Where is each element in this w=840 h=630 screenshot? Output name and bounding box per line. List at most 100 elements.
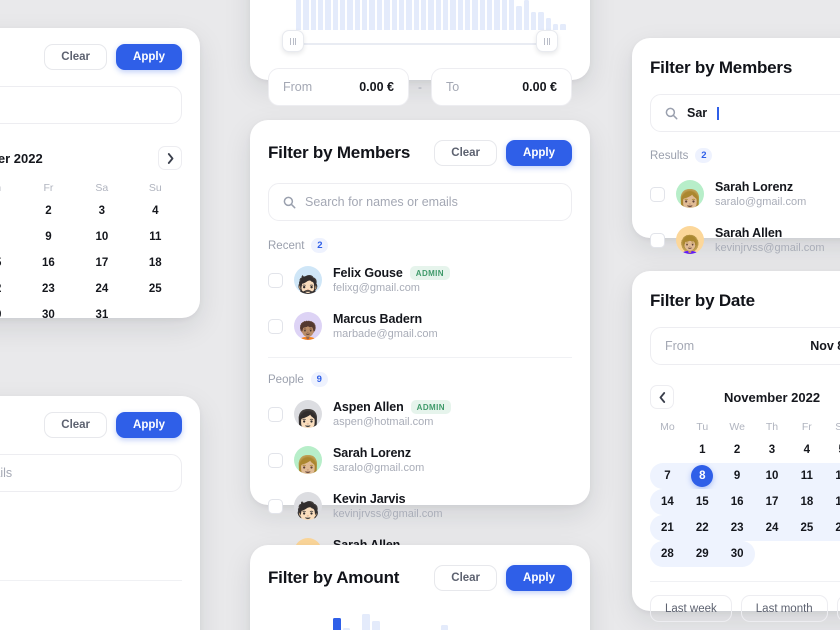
quick-range-last-week[interactable]: Last week [650, 595, 732, 622]
calendar-day[interactable]: 1 [0, 198, 22, 224]
calendar-month-label: November 2022 [723, 389, 821, 405]
list-item[interactable]: 🧑🏻 Kevin Jarvis kevinjrvss@gmail.com [268, 483, 572, 529]
avatar: 🧔🏻 [294, 266, 322, 294]
member-checkbox[interactable] [268, 498, 283, 514]
calendar-day[interactable]: 15 [0, 250, 22, 276]
calendar-day-empty [650, 437, 685, 463]
calendar-day[interactable]: 30 [22, 302, 75, 328]
clear-button[interactable]: Clear [434, 140, 498, 166]
calendar-week-row: 19202122232425 [0, 276, 182, 302]
list-item[interactable]: 👩🏼 Sarah Lorenz saralo@gmail.com [650, 171, 840, 217]
calendar-day[interactable]: 7 [650, 463, 685, 489]
calendar-day[interactable]: 29 [684, 541, 720, 567]
calendar-day[interactable]: 25 [789, 515, 825, 541]
calendar-week-row: 12131415161718 [0, 250, 182, 276]
calendar-day[interactable]: 21 [650, 515, 685, 541]
amount-to-value: 0.00 € [522, 80, 557, 94]
list-item[interactable]: 🧔🏻 Felix Gouse ADMIN felixg@gmail.com [268, 257, 572, 303]
apply-button[interactable]: Apply [116, 412, 182, 438]
calendar-day[interactable]: 11 [129, 224, 182, 250]
calendar-day[interactable]: 23 [719, 515, 755, 541]
calendar-day[interactable]: 9 [719, 463, 755, 489]
clear-button[interactable]: Clear [44, 412, 108, 438]
calendar-day[interactable]: 22 [0, 276, 22, 302]
calendar-day[interactable]: 2 [22, 198, 75, 224]
histogram-bar [494, 0, 500, 30]
member-checkbox[interactable] [268, 406, 283, 422]
amount-from-field[interactable]: From 0.00 € [268, 68, 409, 106]
next-month-button[interactable] [158, 146, 182, 170]
members-sections: Recent 2 🧔🏻 Felix Gouse ADMIN felixg@gmail.co… [268, 238, 572, 575]
prev-month-button[interactable] [650, 385, 674, 409]
calendar-day[interactable]: 18 [129, 250, 182, 276]
calendar-day[interactable]: 12 [824, 463, 840, 489]
calendar-day[interactable]: 28 [650, 541, 685, 567]
slider-handle-max[interactable] [536, 30, 558, 52]
calendar-day[interactable]: 19 [824, 489, 840, 515]
member-checkbox[interactable] [268, 452, 283, 468]
apply-button[interactable]: Apply [116, 44, 182, 70]
calendar-day-empty [129, 302, 182, 328]
calendar-day[interactable]: 14 [650, 489, 685, 515]
calendar-day[interactable]: 8 [0, 224, 22, 250]
member-info: Kevin Jarvis kevinjrvss@gmail.com [333, 492, 443, 520]
calendar-day[interactable]: 17 [754, 489, 790, 515]
calendar-day[interactable]: 3 [755, 437, 790, 463]
amount-to-field[interactable]: To 0.00 € [431, 68, 572, 106]
apply-button[interactable]: Apply [506, 565, 572, 591]
clear-button[interactable]: Clear [44, 44, 108, 70]
member-checkbox[interactable] [268, 272, 283, 288]
list-item[interactable]: 👩🏼 Sarah Lorenz saralo@gmail.com [268, 437, 572, 483]
calendar-day[interactable]: 17 [75, 250, 128, 276]
histogram-bar [391, 0, 397, 30]
search-input[interactable]: Sar [650, 94, 840, 132]
calendar-day[interactable]: 2 [720, 437, 755, 463]
calendar-day[interactable]: 30 [719, 541, 755, 567]
calendar-day[interactable]: 24 [754, 515, 790, 541]
calendar-day[interactable]: 8 [684, 463, 720, 489]
calendar-day[interactable]: 26 [824, 515, 840, 541]
calendar-day[interactable]: 25 [129, 276, 182, 302]
histogram-bar [531, 12, 537, 30]
histogram-bar [501, 0, 507, 30]
slider-handle-min[interactable] [282, 30, 304, 52]
calendar-day[interactable]: 11 [789, 463, 825, 489]
search-input[interactable]: Search for names or emails [268, 183, 572, 221]
calendar-day[interactable]: 15 [684, 489, 720, 515]
calendar-header: November 2022 [650, 385, 840, 409]
search-input[interactable]: mails [0, 454, 182, 492]
histogram-bar [538, 12, 544, 30]
calendar-day[interactable]: 16 [22, 250, 75, 276]
calendar-day[interactable]: 10 [75, 224, 128, 250]
histogram-bar [332, 0, 339, 30]
calendar-day[interactable]: 4 [129, 198, 182, 224]
calendar-day[interactable]: 4 [789, 437, 824, 463]
calendar-day[interactable]: 23 [22, 276, 75, 302]
member-checkbox[interactable] [650, 232, 665, 248]
member-checkbox[interactable] [268, 318, 283, 334]
calendar-day[interactable]: 5 [824, 437, 840, 463]
calendar-day[interactable]: 10 [754, 463, 790, 489]
calendar-day[interactable]: 1 [685, 437, 720, 463]
calendar-day[interactable]: 16 [719, 489, 755, 515]
quick-range-last-month[interactable]: Last month [740, 595, 828, 622]
date-to-field[interactable]: To [0, 86, 182, 124]
list-item[interactable]: 🧑🏽‍🦱 Marcus Badern marbade@gmail.com [268, 303, 572, 349]
apply-button[interactable]: Apply [506, 140, 572, 166]
calendar-day[interactable]: 18 [789, 489, 825, 515]
list-item[interactable]: 👩🏻 Aspen Allen ADMIN aspen@hotmail.com [268, 391, 572, 437]
histogram-bar [310, 0, 317, 30]
calendar-day[interactable]: 22 [684, 515, 720, 541]
chevron-left-icon [659, 391, 665, 403]
weekday-label: Tu [696, 421, 709, 433]
date-from-field[interactable]: From Nov 8, 2022 [650, 327, 840, 365]
calendar-day[interactable]: 3 [75, 198, 128, 224]
clear-button[interactable]: Clear [434, 565, 498, 591]
amount-range-slider[interactable] [268, 30, 572, 56]
calendar-day[interactable]: 9 [22, 224, 75, 250]
calendar-day[interactable]: 24 [75, 276, 128, 302]
member-checkbox[interactable] [650, 186, 665, 202]
calendar-day[interactable]: 31 [75, 302, 128, 328]
list-item[interactable]: 👩🏼‍🦱 Sarah Allen kevinjrvss@gmail.com [650, 217, 840, 263]
calendar-day[interactable]: 29 [0, 302, 22, 328]
